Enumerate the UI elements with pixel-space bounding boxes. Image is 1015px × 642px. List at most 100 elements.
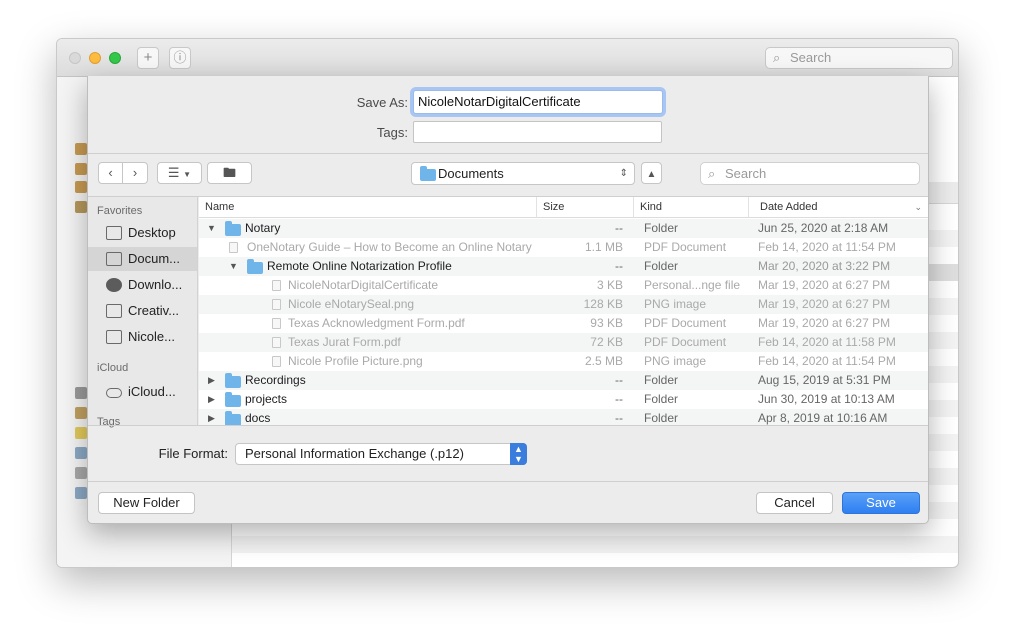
list-item[interactable]: Texas Jurat Form.pdf 72 KB PDF Document … [199,333,928,352]
sidebar-item-label: Docum... [128,251,181,266]
note-icon [75,427,87,439]
cloud-icon [106,388,122,398]
tags-field[interactable] [413,121,662,143]
folder-icon [247,259,263,274]
column-kind[interactable]: Kind [633,197,748,218]
save-as-field[interactable]: NicoleNotarDigitalCertificate [413,90,663,114]
column-name[interactable]: Name [199,197,536,218]
sidebar-item-desktop[interactable]: Desktop [88,221,197,245]
background-search-field[interactable]: ⌕ Search [765,47,953,69]
pdf-file-icon [272,337,281,348]
updown-chevron-icon: ▲ ▼ [510,443,527,465]
sidebar-item-documents[interactable]: Docum... [88,247,197,271]
cancel-button[interactable]: Cancel [756,492,833,514]
background-column-header [927,182,958,204]
folder-icon [225,411,241,425]
file-size: 72 KB [590,335,623,349]
list-view-icon: ☰ [167,165,180,180]
file-kind: Folder [644,392,679,406]
save-sheet: Save As: NicoleNotarDigitalCertificate T… [87,76,929,524]
list-item[interactable]: NicoleNotarDigitalCertificate 3 KB Perso… [199,276,928,295]
minimize-button[interactable] [89,52,101,64]
file-list-header: Name Size Kind Date Added ⌄ [199,197,928,218]
new-folder-icon: 🖿 [222,165,236,180]
list-item[interactable]: ▼ Remote Online Notarization Profile -- … [199,257,928,276]
file-name: projects [245,392,288,406]
file-kind: PDF Document [644,240,727,254]
key-icon [75,467,87,479]
disclosure-closed-icon: ▶ [208,394,215,404]
zoom-button[interactable] [109,52,121,64]
list-item[interactable]: Nicole eNotarySeal.png 128 KB PNG image … [199,295,928,314]
location-popup[interactable]: Documents ⇕ [411,162,635,185]
search-icon: ⌕ [708,166,716,181]
keychain-icon [75,387,87,399]
tags-heading: Tags [97,416,121,428]
desktop-icon [106,226,122,240]
file-size: -- [615,411,623,425]
chevron-right-icon: › [132,165,138,180]
sheet-search-field[interactable]: ⌕ Search [700,162,920,185]
save-button[interactable]: Save [842,492,920,514]
collapse-button[interactable]: ▲ [641,162,662,184]
back-button[interactable]: ‹ [98,162,123,184]
background-row [232,536,958,553]
sidebar-item-creative[interactable]: Creativ... [88,299,197,323]
file-kind: PDF Document [644,335,727,349]
file-date: Mar 20, 2020 at 3:22 PM [758,259,891,273]
disclosure-closed-icon: ▶ [208,413,215,423]
list-item[interactable]: ▶ Recordings -- Folder Aug 15, 2019 at 5… [199,371,928,390]
file-format-label: File Format: [158,446,228,461]
tags-label: Tags: [376,125,408,140]
file-name: Notary [245,221,281,235]
file-date: Mar 19, 2020 at 6:27 PM [758,297,891,311]
file-name: NicoleNotarDigitalCertificate [288,278,439,292]
list-item[interactable]: OneNotary Guide – How to Become an Onlin… [199,238,928,257]
disclosure-open-icon: ▼ [207,223,216,233]
folder-icon [225,392,241,407]
file-date: Aug 15, 2019 at 5:31 PM [758,373,891,387]
location-label: Documents [438,166,504,181]
chevron-left-icon: ‹ [108,165,113,180]
file-name: Nicole eNotarySeal.png [288,297,415,311]
list-item[interactable]: ▶ projects -- Folder Jun 30, 2019 at 10:… [199,390,928,409]
file-date: Feb 14, 2020 at 11:54 PM [758,240,896,254]
file-size: -- [615,221,623,235]
sidebar-item-downloads[interactable]: Downlo... [88,273,197,297]
pen-icon [75,407,87,419]
column-date-added[interactable]: Date Added ⌄ [748,197,928,218]
list-item[interactable]: Nicole Profile Picture.png 2.5 MB PNG im… [199,352,928,371]
chevron-down-icon: ▼ [183,170,192,179]
add-icon[interactable]: + [137,47,159,69]
folder-icon [420,166,436,181]
close-button[interactable] [69,52,81,64]
column-date-added-label: Date Added [760,201,818,213]
sidebar-item-icloud[interactable]: iCloud... [88,380,197,404]
file-name: docs [245,411,271,425]
info-icon[interactable]: ⓘ [169,47,191,69]
file-list: Name Size Kind Date Added ⌄ ▼ Notary -- … [199,197,928,425]
downloads-icon [106,278,122,292]
forward-button[interactable]: › [123,162,148,184]
file-size: -- [615,392,623,406]
sidebar-item-nicole[interactable]: Nicole... [88,325,197,349]
chevron-up-icon: ▲ [646,169,657,180]
column-size[interactable]: Size [536,197,633,218]
file-size: 1.1 MB [584,240,623,254]
list-item[interactable]: ▼ Notary -- Folder Jun 25, 2020 at 2:18 … [199,219,928,238]
new-folder-toolbar-button[interactable]: 🖿 [207,162,252,184]
list-item[interactable]: ▶ docs -- Folder Apr 8, 2019 at 10:16 AM [199,409,928,425]
pdf-file-icon [229,242,238,253]
lock-icon [75,181,87,193]
folder-icon [106,304,122,318]
sidebar-item-label: Desktop [128,225,176,240]
list-item[interactable]: Texas Acknowledgment Form.pdf 93 KB PDF … [199,314,928,333]
certificate-icon [75,447,87,459]
file-format-popup[interactable]: Personal Information Exchange (.p12) ▲ ▼ [235,443,527,465]
view-options-button[interactable]: ☰ ▼ [157,162,202,184]
certificate-icon [75,201,87,213]
file-date: Mar 19, 2020 at 6:27 PM [758,316,891,330]
folder-icon [225,221,241,236]
new-folder-button[interactable]: New Folder [98,492,195,514]
image-file-icon [272,356,281,367]
